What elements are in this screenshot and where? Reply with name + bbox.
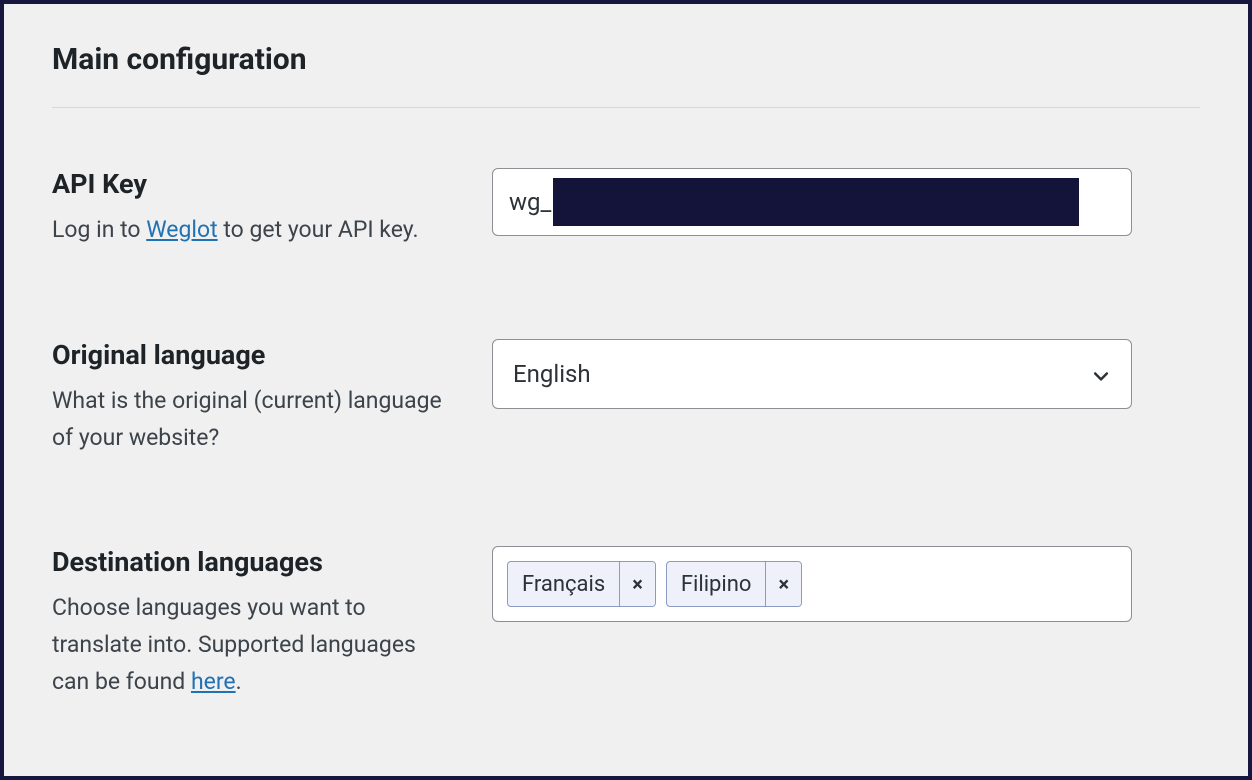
original-language-selected-value: English: [513, 360, 591, 388]
chevron-down-icon: [1091, 364, 1111, 384]
destination-languages-input-col: Français × Filipino ×: [492, 546, 1200, 622]
api-key-redacted: [553, 178, 1079, 226]
api-key-row: API Key Log in to Weglot to get your API…: [52, 168, 1200, 249]
destination-languages-description: Choose languages you want to translate i…: [52, 590, 442, 700]
remove-tag-button[interactable]: ×: [619, 562, 655, 606]
main-configuration-panel: Main configuration API Key Log in to Weg…: [4, 4, 1248, 739]
api-key-label-col: API Key Log in to Weglot to get your API…: [52, 168, 442, 249]
destination-languages-label-col: Destination languages Choose languages y…: [52, 546, 442, 700]
language-tag-label: Filipino: [667, 562, 766, 606]
api-key-desc-prefix: Log in to: [52, 216, 146, 243]
original-language-select[interactable]: English: [492, 339, 1132, 409]
original-language-description: What is the original (current) language …: [52, 383, 442, 457]
supported-languages-link[interactable]: here: [191, 668, 236, 695]
original-language-row: Original language What is the original (…: [52, 339, 1200, 457]
section-title: Main configuration: [52, 42, 1200, 77]
destination-languages-desc-suffix: .: [236, 668, 242, 695]
api-key-input[interactable]: wg_: [492, 168, 1132, 236]
original-language-input-col: English: [492, 339, 1200, 409]
api-key-desc-suffix: to get your API key.: [218, 216, 419, 243]
original-language-label-col: Original language What is the original (…: [52, 339, 442, 457]
destination-languages-row: Destination languages Choose languages y…: [52, 546, 1200, 700]
remove-tag-button[interactable]: ×: [765, 562, 801, 606]
api-key-label: API Key: [52, 168, 442, 200]
api-key-description: Log in to Weglot to get your API key.: [52, 212, 442, 249]
api-key-visible-prefix: wg_: [509, 188, 553, 216]
language-tag: Filipino ×: [666, 561, 802, 607]
divider: [52, 107, 1200, 108]
language-tag-label: Français: [508, 562, 619, 606]
original-language-label: Original language: [52, 339, 442, 371]
api-key-input-col: wg_: [492, 168, 1200, 236]
destination-languages-tags-input[interactable]: Français × Filipino ×: [492, 546, 1132, 622]
destination-languages-label: Destination languages: [52, 546, 442, 578]
weglot-link[interactable]: Weglot: [146, 216, 217, 243]
language-tag: Français ×: [507, 561, 656, 607]
